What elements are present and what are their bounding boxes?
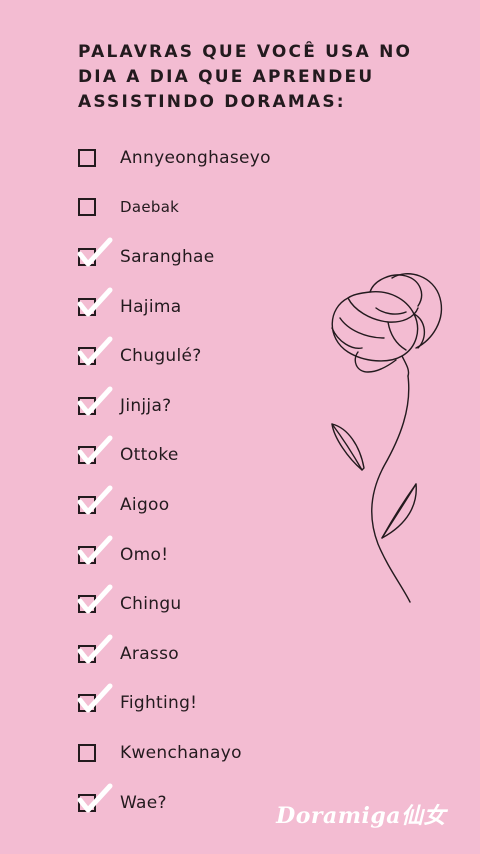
checkmark-icon bbox=[77, 783, 113, 813]
checklist-item: Omo! bbox=[77, 530, 338, 580]
flower-illustration bbox=[331, 273, 442, 603]
checkbox[interactable] bbox=[77, 584, 113, 614]
page-title: PALAVRAS QUE VOCÊ USA NO DIA A DIA QUE A… bbox=[78, 40, 418, 115]
checklist-item: Arasso bbox=[77, 629, 338, 679]
checkmark-icon bbox=[77, 634, 113, 664]
checklist-item-label: Saranghae bbox=[120, 246, 215, 267]
checkbox[interactable] bbox=[77, 386, 113, 416]
checklist-item-label: Daebak bbox=[120, 198, 180, 217]
checkbox[interactable] bbox=[77, 237, 113, 267]
checklist-item: Chingu bbox=[77, 579, 338, 629]
checkbox[interactable] bbox=[77, 783, 113, 813]
checklist-item: Daebak bbox=[78, 183, 338, 233]
checklist-item-label: Ottoke bbox=[120, 445, 179, 466]
checklist-item-label: Fighting! bbox=[120, 693, 198, 714]
checklist-item-label: Jinjja? bbox=[120, 395, 172, 416]
checkbox[interactable] bbox=[77, 634, 113, 664]
checkbox[interactable] bbox=[77, 435, 113, 465]
checkbox[interactable] bbox=[77, 535, 113, 565]
checkmark-icon bbox=[77, 386, 113, 416]
checklist-item: Jinjja? bbox=[77, 381, 338, 431]
checkmark-icon bbox=[77, 485, 113, 515]
checkbox[interactable] bbox=[77, 287, 113, 317]
title-line-2: DIA A DIA QUE APRENDEU bbox=[78, 67, 375, 87]
checklist-item: Annyeonghaseyo bbox=[78, 133, 338, 183]
title-line-1: PALAVRAS QUE VOCÊ USA NO bbox=[78, 42, 413, 62]
checkmark-icon bbox=[77, 683, 113, 713]
checklist-item-label: Wae? bbox=[120, 792, 167, 813]
checklist: Annyeonghaseyo Daebak Saranghae Hajima Chugu… bbox=[77, 133, 338, 827]
checklist-item-label: Aigoo bbox=[120, 494, 170, 515]
checkmark-icon bbox=[77, 336, 113, 366]
checkbox[interactable] bbox=[77, 336, 113, 366]
checkmark-icon bbox=[77, 435, 113, 465]
checklist-item-label: Arasso bbox=[120, 643, 179, 664]
checklist-item: Hajima bbox=[77, 282, 338, 332]
checklist-item-label: Hajima bbox=[120, 296, 182, 317]
checklist-item-label: Annyeonghaseyo bbox=[120, 147, 271, 168]
checkbox[interactable] bbox=[78, 198, 96, 217]
checklist-item-label: Chingu bbox=[120, 594, 182, 615]
checklist-item-label: Kwenchanayo bbox=[120, 742, 242, 763]
checkmark-icon bbox=[77, 584, 113, 614]
checklist-item-label: Omo! bbox=[120, 544, 169, 565]
checklist-item-label: Chugulé? bbox=[120, 346, 202, 367]
checkbox[interactable] bbox=[77, 683, 113, 713]
checkmark-icon bbox=[77, 237, 113, 267]
checklist-item: Ottoke bbox=[77, 431, 338, 481]
checkbox[interactable] bbox=[77, 485, 113, 515]
checklist-item: Fighting! bbox=[77, 679, 338, 729]
checkmark-icon bbox=[77, 535, 113, 565]
checkbox[interactable] bbox=[78, 148, 96, 167]
checklist-item: Chugulé? bbox=[77, 331, 338, 381]
checkbox[interactable] bbox=[78, 743, 96, 762]
title-line-3: ASSISTINDO DORAMAS: bbox=[78, 92, 346, 112]
checklist-item: Kwenchanayo bbox=[78, 728, 338, 778]
checkmark-icon bbox=[77, 287, 113, 317]
brand-watermark: Doramiga仙女 bbox=[276, 803, 446, 829]
checklist-item: Saranghae bbox=[77, 232, 338, 282]
checklist-item: Aigoo bbox=[77, 480, 338, 530]
